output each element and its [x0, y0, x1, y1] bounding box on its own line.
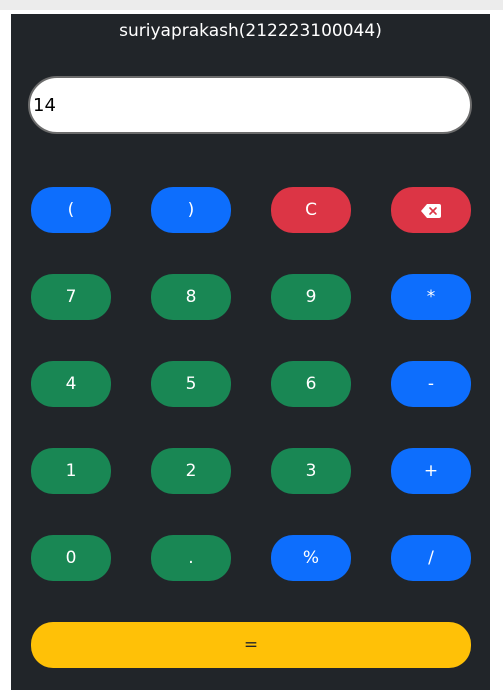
digit-7-button[interactable]: 7: [31, 274, 111, 320]
browser-top-strip: [0, 0, 503, 10]
digit-9-button[interactable]: 9: [271, 274, 351, 320]
digit-5-button[interactable]: 5: [151, 361, 231, 407]
close-paren-button[interactable]: ): [151, 187, 231, 233]
backspace-button[interactable]: [391, 187, 471, 233]
clear-button[interactable]: C: [271, 187, 351, 233]
open-paren-button[interactable]: (: [31, 187, 111, 233]
percent-button[interactable]: %: [271, 535, 351, 581]
backspace-icon: [421, 203, 441, 218]
subtract-button[interactable]: -: [391, 361, 471, 407]
calculator-title: suriyaprakash(212223100044): [119, 21, 382, 41]
equals-button[interactable]: =: [31, 622, 471, 668]
digit-2-button[interactable]: 2: [151, 448, 231, 494]
calculator-panel: suriyaprakash(212223100044) ( ) C 7 8 9 …: [11, 14, 490, 690]
decimal-button[interactable]: .: [151, 535, 231, 581]
digit-1-button[interactable]: 1: [31, 448, 111, 494]
divide-button[interactable]: /: [391, 535, 471, 581]
digit-3-button[interactable]: 3: [271, 448, 351, 494]
digit-8-button[interactable]: 8: [151, 274, 231, 320]
digit-4-button[interactable]: 4: [31, 361, 111, 407]
add-button[interactable]: +: [391, 448, 471, 494]
multiply-button[interactable]: *: [391, 274, 471, 320]
calculator-display-input[interactable]: [28, 76, 472, 134]
digit-6-button[interactable]: 6: [271, 361, 351, 407]
digit-0-button[interactable]: 0: [31, 535, 111, 581]
